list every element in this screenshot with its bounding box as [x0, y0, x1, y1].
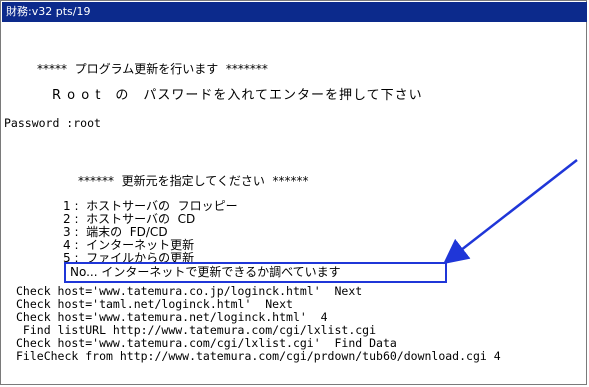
annotation-arrow-icon	[443, 159, 578, 265]
